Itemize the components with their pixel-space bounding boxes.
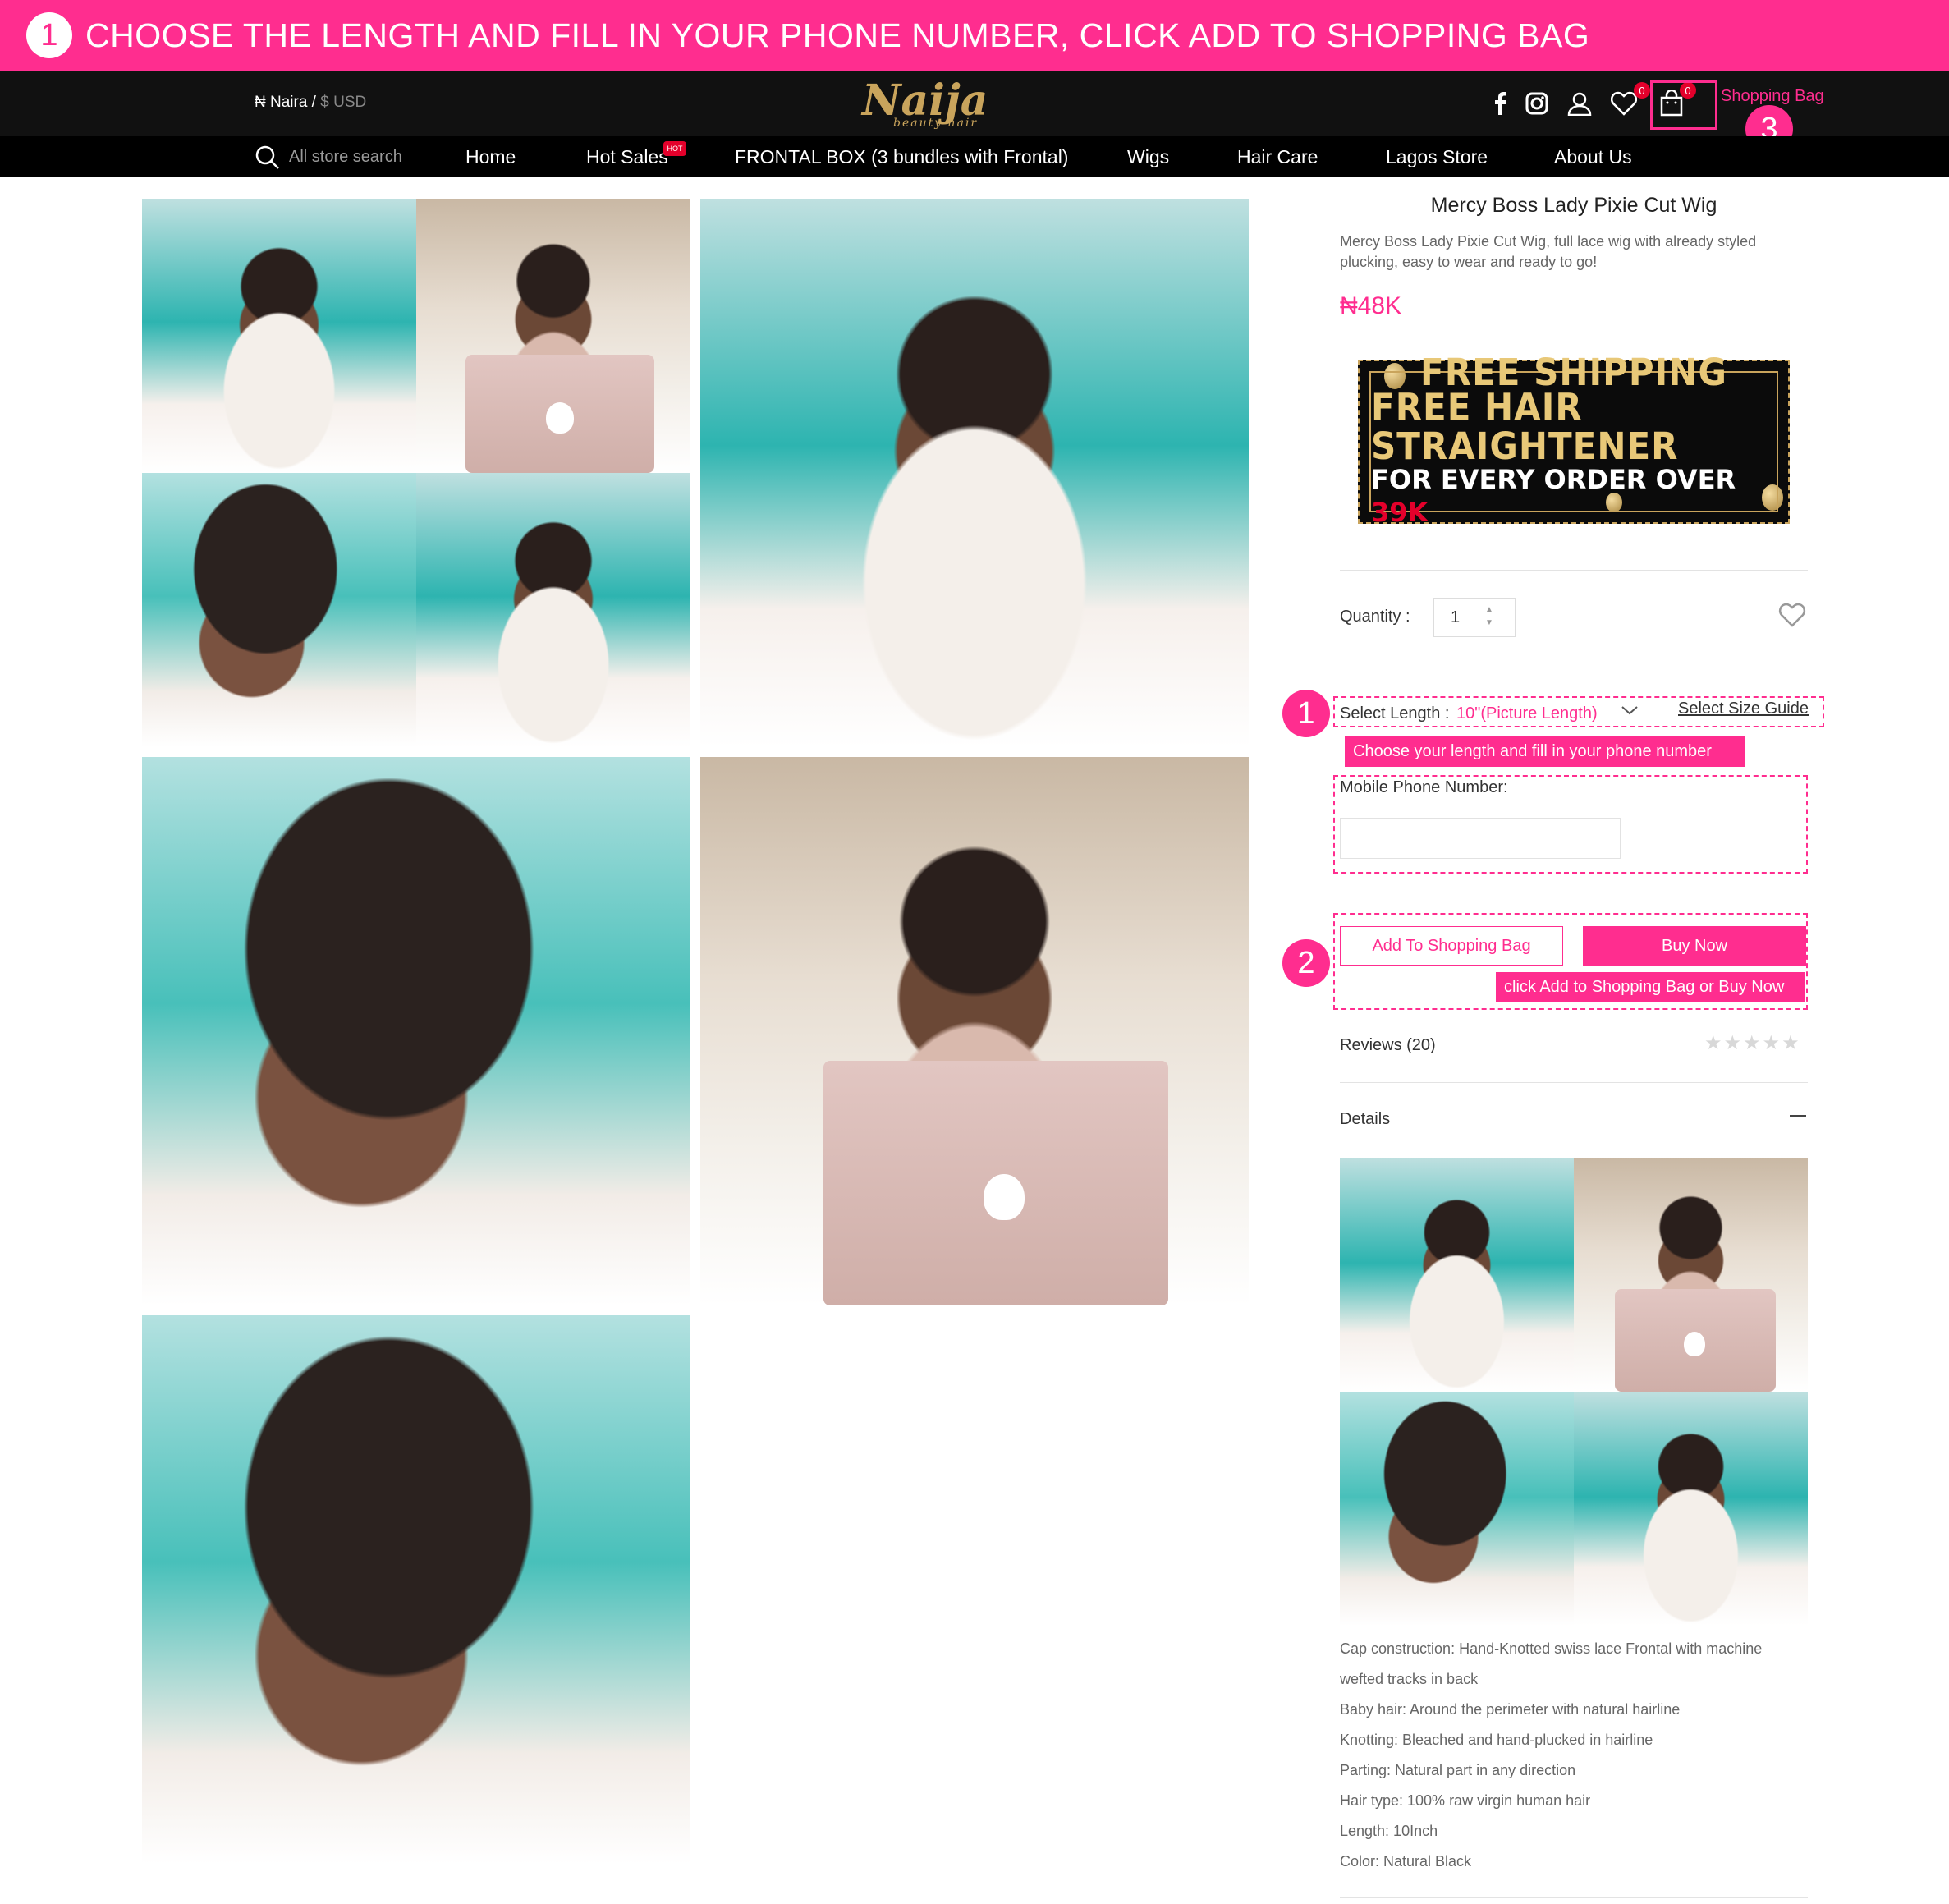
wishlist-count-badge: 0 [1634, 82, 1650, 99]
free-shipping-promo-banner[interactable]: FREE SHIPPING FREE HAIR STRAIGHTENER FOR… [1358, 353, 1790, 528]
collage-photo-3 [142, 473, 416, 747]
product-photo-laptop[interactable] [700, 757, 1249, 1305]
divider [1340, 570, 1808, 571]
shopping-bag-highlight [1650, 80, 1717, 130]
nav-item-about-us[interactable]: About Us [1554, 146, 1632, 168]
details-photo-1 [1340, 1158, 1574, 1392]
nav-item-lagos-store[interactable]: Lagos Store [1386, 146, 1488, 168]
divider [1340, 1897, 1808, 1898]
gallery-collage-image[interactable] [142, 199, 690, 747]
logo-subtext: beauty hair [893, 117, 979, 130]
quantity-label: Quantity : [1340, 608, 1410, 626]
step-1-badge: 1 [1282, 690, 1330, 737]
apple-logo-icon [1684, 1332, 1705, 1356]
spec-knotting: Knotting: Bleached and hand-plucked in h… [1340, 1732, 1653, 1748]
details-photo-3 [1340, 1392, 1574, 1626]
divider [1340, 1082, 1808, 1083]
reviews-link[interactable]: Reviews (20) [1340, 1036, 1436, 1055]
collage-photo-1 [142, 199, 416, 473]
apple-logo-icon [984, 1174, 1025, 1220]
product-photo-teacup[interactable] [700, 199, 1249, 747]
size-guide-link[interactable]: Select Size Guide [1678, 700, 1809, 718]
main-nav: All store search Home Hot Sales HOT FRON… [0, 136, 1949, 177]
step-2-badge: 2 [1282, 939, 1330, 987]
buy-now-button[interactable]: Buy Now [1583, 926, 1806, 966]
hot-badge: HOT [663, 141, 686, 156]
quantity-value[interactable]: 1 [1451, 608, 1460, 627]
spec-length: Length: 10Inch [1340, 1823, 1438, 1839]
add-to-wishlist-heart-icon[interactable] [1778, 603, 1806, 631]
promo-frame: FREE SHIPPING FREE HAIR STRAIGHTENER FOR… [1369, 353, 1778, 528]
instruction-note-length: Choose your length and fill in your phon… [1345, 736, 1745, 767]
nav-item-wigs[interactable]: Wigs [1127, 146, 1169, 168]
instruction-banner: 1 CHOOSE THE LENGTH AND FILL IN YOUR PHO… [0, 0, 1949, 71]
spec-cap-construction-cont: wefted tracks in back [1340, 1671, 1479, 1687]
collage-photo-2 [416, 199, 690, 473]
select-length-label: Select Length : [1340, 704, 1450, 723]
quantity-decrease-icon[interactable]: ▼ [1485, 618, 1493, 627]
details-photo-2 [1574, 1158, 1808, 1392]
spec-cap-construction: Cap construction: Hand-Knotted swiss lac… [1340, 1640, 1763, 1657]
instruction-text: CHOOSE THE LENGTH AND FILL IN YOUR PHONE… [85, 16, 1590, 54]
nav-item-frontal-box[interactable]: FRONTAL BOX (3 bundles with Frontal) [735, 146, 1068, 168]
site-logo[interactable]: Naija beauty hair [862, 76, 988, 133]
step-number-badge: 1 [26, 12, 72, 58]
promo-line-2: FREE HAIR STRAIGHTENER [1371, 385, 1679, 468]
product-description: Mercy Boss Lady Pixie Cut Wig, full lace… [1340, 233, 1757, 270]
select-length-dropdown[interactable]: 10"(Picture Length) [1456, 704, 1598, 723]
search-icon[interactable] [255, 145, 281, 175]
facebook-icon[interactable] [1484, 87, 1517, 120]
promo-line-3-text: FOR EVERY ORDER OVER [1371, 464, 1736, 495]
product-photo-hair-closeup[interactable] [142, 757, 690, 1305]
collapse-minus-icon[interactable] [1790, 1115, 1806, 1117]
add-to-shopping-bag-button[interactable]: Add To Shopping Bag [1340, 926, 1563, 966]
product-title: Mercy Boss Lady Pixie Cut Wig [1430, 194, 1717, 217]
currency-naira[interactable]: ₦ Naira / [255, 94, 316, 111]
spec-color: Color: Natural Black [1340, 1853, 1472, 1870]
nav-item-hair-care[interactable]: Hair Care [1237, 146, 1318, 168]
promo-line-3: FOR EVERY ORDER OVER 39K [1371, 463, 1777, 529]
collage-photo-4 [416, 473, 690, 747]
star-rating: ★★★★★ [1704, 1032, 1801, 1054]
promo-threshold: 39K [1371, 497, 1429, 528]
spec-baby-hair: Baby hair: Around the perimeter with nat… [1340, 1701, 1681, 1718]
chevron-down-icon[interactable] [1621, 704, 1639, 720]
spec-hair-type: Hair type: 100% raw virgin human hair [1340, 1792, 1591, 1809]
apple-logo-icon [546, 402, 574, 434]
details-collage-image[interactable] [1340, 1158, 1808, 1626]
user-icon[interactable] [1563, 87, 1596, 120]
nav-item-hot-sales[interactable]: Hot Sales [586, 146, 668, 168]
currency-usd[interactable]: $ USD [320, 94, 366, 111]
search-input[interactable]: All store search [289, 148, 402, 167]
details-photo-4 [1574, 1392, 1808, 1626]
details-heading[interactable]: Details [1340, 1110, 1390, 1129]
product-price: ₦48K [1340, 292, 1402, 319]
nav-item-home[interactable]: Home [465, 146, 516, 168]
spec-parting: Parting: Natural part in any direction [1340, 1762, 1576, 1778]
currency-switcher[interactable]: ₦ Naira / $ USD [255, 94, 366, 112]
quantity-increase-icon[interactable]: ▲ [1485, 605, 1493, 614]
quantity-stepper[interactable]: 1 ▲ ▼ [1433, 598, 1516, 637]
instagram-icon[interactable] [1520, 87, 1553, 120]
phone-number-field[interactable] [1340, 818, 1621, 859]
instruction-note-buttons: click Add to Shopping Bag or Buy Now [1496, 972, 1805, 1002]
product-photo-portrait[interactable] [142, 1315, 690, 1864]
phone-number-label: Mobile Phone Number: [1340, 778, 1508, 796]
shopping-bag-label[interactable]: Shopping Bag [1721, 87, 1824, 106]
